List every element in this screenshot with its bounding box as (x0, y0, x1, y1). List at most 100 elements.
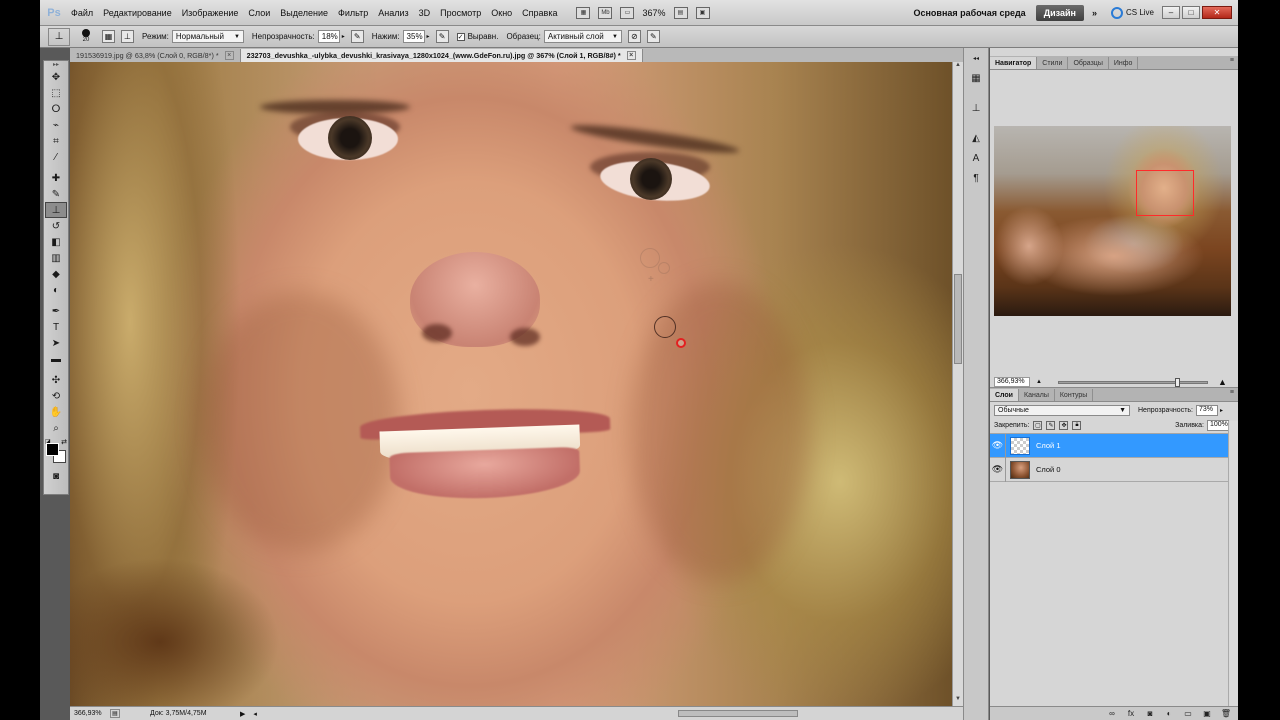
path-select-icon[interactable]: ➤ (45, 335, 67, 351)
new-group-icon[interactable]: ▭ (1182, 709, 1194, 719)
new-layer-icon[interactable]: ▣ (1201, 709, 1213, 719)
arrange-docs-icon[interactable]: ▤ (673, 6, 688, 19)
quick-select-icon[interactable]: ⌁ (45, 117, 67, 133)
zoom-icon[interactable]: ⌕ (45, 420, 67, 436)
close-icon[interactable]: × (224, 51, 234, 60)
adjustment-layer-icon[interactable]: ◐ (1163, 709, 1175, 719)
tablet-opacity-icon[interactable]: ✎ (350, 30, 364, 43)
hand-icon[interactable]: ✋ (45, 404, 67, 420)
sample-select[interactable]: Активный слой ▼ (543, 30, 622, 43)
navigator-zoom-slider[interactable] (1057, 377, 1208, 387)
scroll-up-icon[interactable]: ▲ (953, 62, 963, 72)
navigator-thumbnail[interactable] (994, 126, 1231, 316)
scroll-down-icon[interactable]: ▼ (953, 696, 963, 706)
tab-info[interactable]: Инфо (1109, 57, 1139, 69)
mini-bridge-icon[interactable]: Mb (598, 6, 613, 19)
lock-pixels-icon[interactable]: ✎ (1046, 421, 1056, 430)
adjustments-icon[interactable]: ◭ (967, 130, 985, 146)
layer-style-icon[interactable]: fx (1125, 709, 1137, 719)
clone-source-panel-icon[interactable]: ⊥ (967, 100, 985, 116)
bridge-icon[interactable]: ▦ (576, 6, 591, 19)
document-horizontal-scrollbar[interactable] (678, 710, 798, 717)
document-vertical-scrollbar[interactable]: ▲ ▼ (952, 62, 963, 706)
tab-styles[interactable]: Стили (1037, 57, 1069, 69)
menu-3d[interactable]: 3D (414, 0, 436, 26)
tab-swatches[interactable]: Образцы (1068, 57, 1109, 69)
move-icon[interactable]: ✥ (45, 69, 67, 85)
status-zoom[interactable]: 366,93% (70, 710, 110, 717)
link-layers-icon[interactable]: ∞ (1106, 709, 1118, 719)
minimize-button[interactable]: – (1162, 6, 1180, 19)
navigator-view-box[interactable] (1136, 170, 1194, 216)
lasso-icon[interactable]: ⵔ (45, 101, 67, 117)
blur-icon[interactable]: ◆ (45, 266, 67, 282)
layer-row[interactable]: 👁︎ Слой 0 (990, 457, 1228, 482)
history-brush-icon[interactable]: ↺ (45, 218, 67, 234)
brush-icon[interactable]: ✎ (45, 186, 67, 202)
tab-document-1[interactable]: 191536919.jpg @ 63,8% (Слой 0, RGB/8*) *… (70, 49, 241, 62)
lock-transparent-icon[interactable]: ▢ (1033, 421, 1043, 430)
eyedropper-icon[interactable]: ⁄ (45, 149, 67, 165)
trash-icon[interactable]: 🗑︎ (1220, 709, 1232, 719)
blend-mode-select[interactable]: Обычные ▼ (994, 404, 1130, 416)
close-icon[interactable]: × (626, 51, 636, 60)
tab-channels[interactable]: Каналы (1019, 389, 1055, 401)
zoom-out-icon[interactable]: ▲ (1036, 379, 1042, 385)
opacity-slider-arrow[interactable]: ▸ (1220, 407, 1223, 414)
layers-scrollbar[interactable] (1228, 421, 1238, 711)
tab-layers[interactable]: Слои (990, 389, 1019, 401)
cs-live-button[interactable]: CS Live (1105, 6, 1160, 19)
menu-view[interactable]: Просмотр (435, 0, 486, 26)
view-extras-icon[interactable]: ▭ (620, 6, 635, 19)
toolbox-collapse-icon[interactable]: ▸▸ (44, 61, 68, 69)
clone-source-icon[interactable]: ⊥ (121, 30, 134, 43)
flow-input[interactable]: 35% (402, 30, 425, 43)
type-icon[interactable]: T (45, 319, 67, 335)
mode-select[interactable]: Нормальный ▼ (171, 30, 244, 43)
close-button[interactable]: ✕ (1202, 6, 1232, 19)
brush-preset-picker[interactable]: 20 (76, 28, 96, 46)
airbrush-icon[interactable]: ✎ (435, 30, 449, 43)
fill-input[interactable]: 100% (1206, 420, 1229, 431)
foreground-color[interactable] (46, 443, 59, 456)
eraser-icon[interactable]: ◧ (45, 234, 67, 250)
panel-menu-icon[interactable]: ≡ (1230, 57, 1234, 64)
tab-paths[interactable]: Контуры (1055, 389, 1094, 401)
panel-menu-icon[interactable]: ≡ (1230, 389, 1234, 396)
maximize-button[interactable]: □ (1182, 6, 1200, 19)
menu-image[interactable]: Изображение (177, 0, 244, 26)
navigator-zoom-input[interactable]: 366,93% (994, 377, 1030, 387)
marquee-icon[interactable]: ⬚ (45, 85, 67, 101)
tab-navigator[interactable]: Навигатор (990, 57, 1038, 69)
layer-mask-icon[interactable]: ◙ (1144, 709, 1156, 719)
lock-all-icon[interactable]: 🔒︎ (1072, 421, 1082, 430)
gradient-icon[interactable]: ▥ (45, 250, 67, 266)
brush-panel-icon[interactable]: ▦ (102, 30, 115, 43)
3d-rotate-icon[interactable]: ✣ (45, 372, 67, 388)
menu-window[interactable]: Окно (486, 0, 517, 26)
ignore-adjustment-icon[interactable]: ⊘ (627, 30, 641, 43)
scroll-thumb[interactable] (954, 274, 962, 364)
menu-layers[interactable]: Слои (243, 0, 275, 26)
aligned-checkbox[interactable]: ✓ (456, 32, 465, 41)
swap-colors-icon[interactable]: ⇄ (61, 438, 67, 446)
strip-collapse-icon[interactable]: ◂◂ (967, 50, 985, 66)
histogram-icon[interactable]: ▦ (967, 70, 985, 86)
status-menu-arrow[interactable]: ▶ (240, 710, 245, 718)
workspace-essentials[interactable]: Основная рабочая среда (905, 8, 1033, 18)
paragraph-icon[interactable]: ¶ (967, 170, 985, 186)
status-info-icon[interactable]: ▤ (110, 709, 120, 718)
slider-knob[interactable] (1174, 377, 1180, 387)
eye-icon[interactable]: 👁︎ (990, 457, 1006, 482)
pen-icon[interactable]: ✒ (45, 303, 67, 319)
tab-document-2[interactable]: 232703_devushka_-ulybka_devushki_krasiva… (240, 49, 643, 62)
menu-analysis[interactable]: Анализ (373, 0, 413, 26)
opacity-input[interactable]: 18% (317, 30, 340, 43)
screen-mode-icon[interactable]: ▣ (695, 6, 710, 19)
layer-opacity-input[interactable]: 73% (1196, 404, 1218, 416)
tablet-pressure-icon[interactable]: ✎ (646, 30, 660, 43)
menu-select[interactable]: Выделение (275, 0, 333, 26)
workspace-more[interactable]: » (1084, 8, 1105, 18)
menu-edit[interactable]: Редактирование (98, 0, 177, 26)
document-canvas[interactable]: + (70, 62, 952, 706)
